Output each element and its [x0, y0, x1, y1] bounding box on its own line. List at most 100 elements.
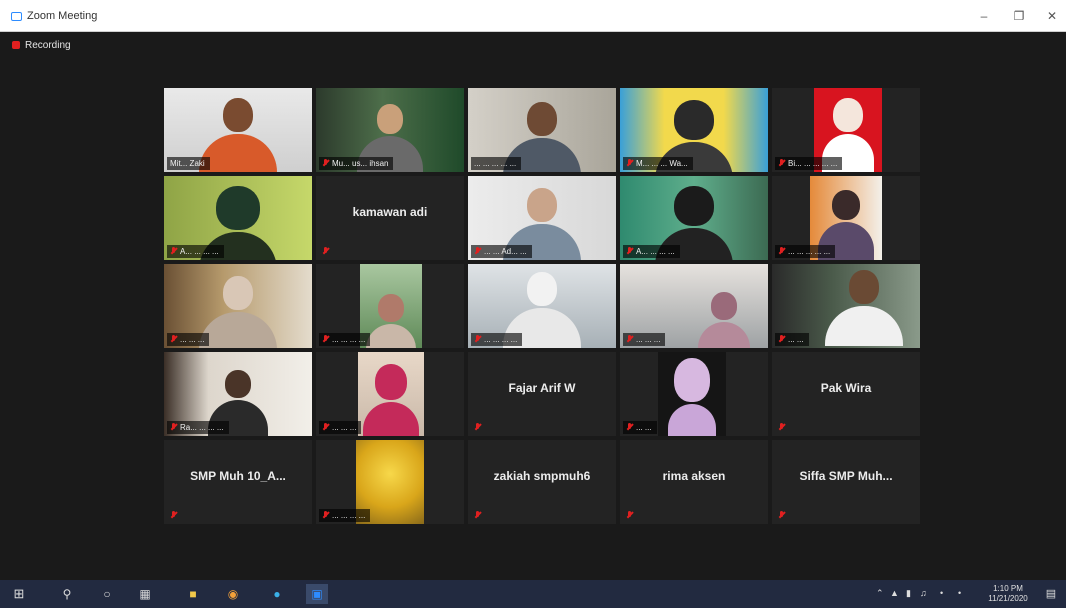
participant-display-name: Siffa SMP Muh... [799, 469, 893, 483]
participant-tile[interactable]: ... ... ... ... [468, 264, 616, 348]
window-titlebar: Zoom Meeting – ❐ ✕ [0, 0, 1066, 32]
participant-tile[interactable]: zakiah smpmuh6 [468, 440, 616, 524]
muted-mic-icon [170, 247, 177, 255]
cortana-icon[interactable]: ○ [96, 584, 118, 604]
participant-tile[interactable]: ... ... [772, 264, 920, 348]
participant-display-name: rima aksen [662, 469, 726, 483]
participant-name: Bi... ... ... ... ... [775, 157, 843, 170]
muted-mic-icon [778, 335, 785, 343]
notifications-icon[interactable]: ▤ [1040, 584, 1062, 604]
task-view-icon[interactable]: ▦ [134, 584, 156, 604]
file-explorer-icon[interactable]: ■ [182, 584, 204, 604]
participant-display-name: SMP Muh 10_A... [190, 469, 286, 483]
participant-tile[interactable]: M... ... ... Wa... [620, 88, 768, 172]
muted-mic-icon [322, 335, 329, 343]
muted-mic-icon [778, 247, 785, 255]
muted-mic-icon [322, 511, 329, 519]
participant-tile[interactable]: SMP Muh 10_A... [164, 440, 312, 524]
participant-video [358, 352, 424, 436]
participant-name: ... ... ... ... ... [775, 245, 836, 258]
participant-figure [366, 294, 416, 348]
participant-tile[interactable]: ... ... ... ... [316, 264, 464, 348]
chrome-icon[interactable]: ◉ [222, 584, 244, 604]
muted-mic-icon [322, 159, 329, 167]
edge-icon[interactable]: ● [266, 584, 288, 604]
participant-tile[interactable]: rima aksen [620, 440, 768, 524]
search-icon[interactable]: ⚲ [56, 584, 78, 604]
participant-name: Mu... us... ihsan [319, 157, 394, 170]
recording-label: Recording [25, 40, 71, 51]
participant-tile[interactable]: A... ... ... ... [620, 176, 768, 260]
zoom-taskbar-icon[interactable]: ▣ [306, 584, 328, 604]
participant-name: A... ... ... ... [623, 245, 680, 258]
language-icon[interactable]: • [940, 588, 943, 598]
participant-name: M... ... ... Wa... [623, 157, 693, 170]
taskbar-clock[interactable]: 1:10 PM 11/21/2020 [982, 584, 1034, 604]
participant-tile-active-speaker[interactable]: ... ... ... ... ... [468, 88, 616, 172]
muted-mic-icon [322, 423, 329, 431]
muted-mic-icon [474, 511, 481, 519]
meeting-area: Recording Mit... Zaki Mu... us... ihsan … [0, 32, 1066, 580]
battery-icon[interactable]: ▮ [906, 588, 911, 599]
muted-mic-icon [474, 247, 481, 255]
participant-display-name: kamawan adi [352, 205, 428, 219]
participant-display-name: zakiah smpmuh6 [493, 469, 591, 483]
participant-tile[interactable]: ... ... [620, 352, 768, 436]
participant-figure [199, 98, 277, 172]
network-icon[interactable]: ▲ [890, 588, 899, 598]
participant-tile[interactable]: ... ... Ad... ... [468, 176, 616, 260]
muted-mic-icon [778, 159, 785, 167]
muted-mic-icon [626, 335, 633, 343]
show-hidden-icons-icon[interactable]: ⌃ [876, 588, 884, 599]
participant-figure [697, 292, 750, 348]
participant-name: ... ... ... ... [319, 509, 371, 522]
participant-tile[interactable]: ... ... ... ... ... [772, 176, 920, 260]
muted-mic-icon [322, 247, 329, 255]
participant-tile[interactable]: ... ... ... [620, 264, 768, 348]
muted-mic-icon [778, 423, 785, 431]
muted-mic-icon [626, 511, 633, 519]
participant-name: ... ... ... ... [471, 333, 523, 346]
participant-video [658, 352, 726, 436]
tray-extra-icon[interactable]: • [958, 588, 961, 598]
participant-figure [668, 358, 716, 436]
participant-display-name: Fajar Arif W [508, 381, 576, 395]
close-button[interactable]: ✕ [1040, 6, 1064, 26]
windows-taskbar: ⊞ ⚲ ○ ▦ ■ ◉ ● ▣ ⌃ ▲ ▮ ♫ • • 1:10 PM 11/2… [0, 580, 1066, 608]
clock-date: 11/21/2020 [988, 594, 1028, 603]
participant-tile[interactable]: Mit... Zaki [164, 88, 312, 172]
recording-indicator[interactable]: Recording [12, 40, 71, 54]
participant-name: Mit... Zaki [167, 157, 210, 170]
participant-display-name: Pak Wira [820, 381, 872, 395]
windows-start-icon[interactable]: ⊞ [8, 584, 30, 604]
participant-tile[interactable]: kamawan adi [316, 176, 464, 260]
participant-name: ... ... [623, 421, 657, 434]
participant-tile[interactable]: Mu... us... ihsan [316, 88, 464, 172]
muted-mic-icon [474, 335, 481, 343]
muted-mic-icon [170, 335, 177, 343]
participant-tile[interactable]: ... ... ... ... [316, 440, 464, 524]
participant-tile[interactable]: A... ... ... ... [164, 176, 312, 260]
participant-tile[interactable]: Bi... ... ... ... ... [772, 88, 920, 172]
gallery-grid: Mit... Zaki Mu... us... ihsan ... ... ..… [164, 88, 924, 556]
participant-tile[interactable]: Pak Wira [772, 352, 920, 436]
minimize-button[interactable]: – [972, 6, 996, 26]
recording-icon [12, 41, 20, 49]
participant-name: A... ... ... ... [167, 245, 224, 258]
volume-icon[interactable]: ♫ [920, 588, 927, 598]
participant-tile[interactable]: ... ... ... [164, 264, 312, 348]
participant-tile[interactable]: Ra... ... ... ... [164, 352, 312, 436]
muted-mic-icon [170, 423, 177, 431]
muted-mic-icon [626, 423, 633, 431]
maximize-button[interactable]: ❐ [1007, 6, 1031, 26]
clock-time: 1:10 PM [993, 584, 1023, 593]
participant-name: ... ... ... [623, 333, 666, 346]
participant-tile[interactable]: Fajar Arif W [468, 352, 616, 436]
muted-mic-icon [626, 247, 633, 255]
muted-mic-icon [778, 511, 785, 519]
participant-tile[interactable]: Siffa SMP Muh... [772, 440, 920, 524]
participant-figure [199, 276, 277, 348]
participant-name: ... ... ... [319, 421, 362, 434]
participant-name: ... ... [775, 333, 809, 346]
participant-tile[interactable]: ... ... ... [316, 352, 464, 436]
